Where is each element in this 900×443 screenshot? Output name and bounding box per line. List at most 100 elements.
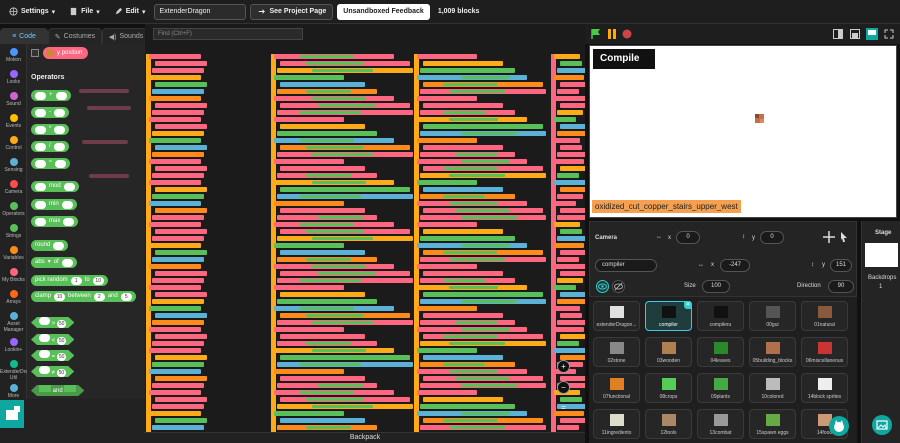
category-camera[interactable]: Camera: [0, 180, 27, 195]
category-extenderdragon[interactable]: ExtenderDragon Util: [0, 360, 36, 381]
script-block[interactable]: [560, 271, 585, 276]
operand-slot[interactable]: [39, 350, 50, 358]
sprite-tile[interactable]: 02stone: [593, 337, 640, 367]
script-reporter[interactable]: [443, 335, 497, 338]
add-extension-button[interactable]: [0, 400, 24, 428]
operand-slot[interactable]: [39, 366, 50, 374]
and-block[interactable]: and: [31, 385, 84, 396]
less-than-block[interactable]: < 50: [31, 334, 74, 345]
script-block[interactable]: [149, 285, 201, 290]
script-reporter[interactable]: [449, 286, 498, 289]
script-block[interactable]: [560, 166, 585, 171]
script-reporter[interactable]: [300, 391, 354, 394]
script-block[interactable]: [423, 61, 503, 66]
show-sprite-button[interactable]: [596, 280, 609, 293]
script-block[interactable]: [155, 187, 207, 192]
script-block[interactable]: [155, 418, 207, 423]
script-block[interactable]: [557, 68, 585, 73]
sprite-tile[interactable]: 11ingredients: [593, 409, 640, 439]
script-block[interactable]: [152, 299, 204, 304]
script-block[interactable]: [274, 243, 344, 248]
script-block[interactable]: [557, 257, 579, 262]
script-reporter[interactable]: [449, 174, 505, 177]
sprite-tile[interactable]: compileru: [697, 301, 744, 331]
tab-costumes[interactable]: ✎ Costumes: [48, 28, 102, 44]
script-reporter[interactable]: [318, 104, 376, 107]
script-reporter[interactable]: [449, 90, 505, 93]
operand-slot[interactable]: [39, 385, 51, 392]
script-reporter[interactable]: [461, 160, 510, 163]
category-lookin[interactable]: Lookin+: [0, 338, 27, 353]
script-block[interactable]: [155, 397, 207, 402]
script-block[interactable]: [560, 145, 582, 150]
script-block[interactable]: [149, 201, 201, 206]
script-block[interactable]: [155, 355, 207, 360]
script-block[interactable]: [280, 376, 365, 381]
script-block[interactable]: [149, 369, 201, 374]
script-block[interactable]: [423, 229, 503, 234]
script-block[interactable]: [152, 404, 204, 409]
script-reporter[interactable]: [312, 265, 366, 268]
operand-slot[interactable]: [54, 125, 66, 134]
script-block[interactable]: [155, 82, 207, 87]
script-block[interactable]: [274, 411, 344, 416]
script-block[interactable]: [149, 243, 201, 248]
script-block[interactable]: [560, 229, 582, 234]
script-block[interactable]: [557, 299, 585, 304]
script-reporter[interactable]: [306, 398, 364, 401]
script-reporter[interactable]: [312, 153, 373, 156]
script-block[interactable]: [149, 138, 201, 143]
clamp-block[interactable]: clamp 10 between 2 and 5: [31, 291, 136, 302]
script-block[interactable]: [149, 390, 201, 395]
category-sound[interactable]: Sound: [0, 92, 27, 107]
stage-canvas[interactable]: Compile oxidized_cut_copper_stairs_upper…: [589, 45, 897, 218]
operand-slot[interactable]: [35, 182, 46, 191]
greater-than-block[interactable]: > 50: [31, 317, 74, 328]
script-block[interactable]: [554, 306, 580, 311]
script-reporter[interactable]: [449, 118, 498, 121]
script-reporter[interactable]: [300, 139, 354, 142]
script-block[interactable]: [155, 292, 207, 297]
pointer-icon[interactable]: [839, 231, 849, 243]
script-reporter[interactable]: [449, 202, 498, 205]
script-reporter[interactable]: [318, 216, 363, 219]
choose-backdrop-button[interactable]: [872, 415, 892, 435]
script-reporter[interactable]: [461, 132, 517, 135]
script-block[interactable]: [149, 327, 201, 332]
script-block[interactable]: [280, 250, 365, 255]
script-block[interactable]: [554, 243, 584, 248]
script-block[interactable]: [152, 68, 204, 73]
script-block[interactable]: [560, 418, 585, 423]
script-reporter[interactable]: [443, 363, 485, 366]
script-block[interactable]: [417, 390, 477, 395]
divide-block[interactable]: /: [31, 141, 69, 152]
script-block[interactable]: [149, 159, 201, 164]
script-reporter[interactable]: [306, 426, 351, 429]
category-arrays[interactable]: Arrays: [0, 290, 27, 305]
script-block[interactable]: [152, 110, 204, 115]
script-block[interactable]: [274, 369, 344, 374]
script-reporter[interactable]: [318, 272, 376, 275]
script-block[interactable]: [423, 187, 503, 192]
script-block[interactable]: [554, 96, 585, 101]
script-block[interactable]: [554, 327, 584, 332]
script-reporter[interactable]: [300, 55, 354, 58]
sprite-tile[interactable]: extenderDragon...: [593, 301, 640, 331]
move-cross-icon[interactable]: [823, 231, 835, 243]
operand-slot[interactable]: [35, 217, 46, 226]
script-block[interactable]: [149, 117, 201, 122]
sprite-tile[interactable]: 03wooden: [645, 337, 692, 367]
sprite-tile[interactable]: 04leaves: [697, 337, 744, 367]
stage-selector-panel[interactable]: Stage Backdrops 1: [861, 221, 900, 443]
script-block[interactable]: [155, 229, 207, 234]
zoom-reset-button[interactable]: =: [557, 402, 570, 415]
stage-thumbnail[interactable]: [865, 243, 898, 267]
operand-slot[interactable]: 50: [57, 337, 67, 345]
equals-block[interactable]: = 50: [31, 350, 74, 361]
sprite-tile[interactable]: 15spawn eggs: [749, 409, 796, 439]
script-block[interactable]: [417, 348, 477, 353]
script-block[interactable]: [274, 117, 344, 122]
script-reporter[interactable]: [312, 321, 373, 324]
script-reporter[interactable]: [306, 230, 364, 233]
script-block[interactable]: [152, 341, 204, 346]
